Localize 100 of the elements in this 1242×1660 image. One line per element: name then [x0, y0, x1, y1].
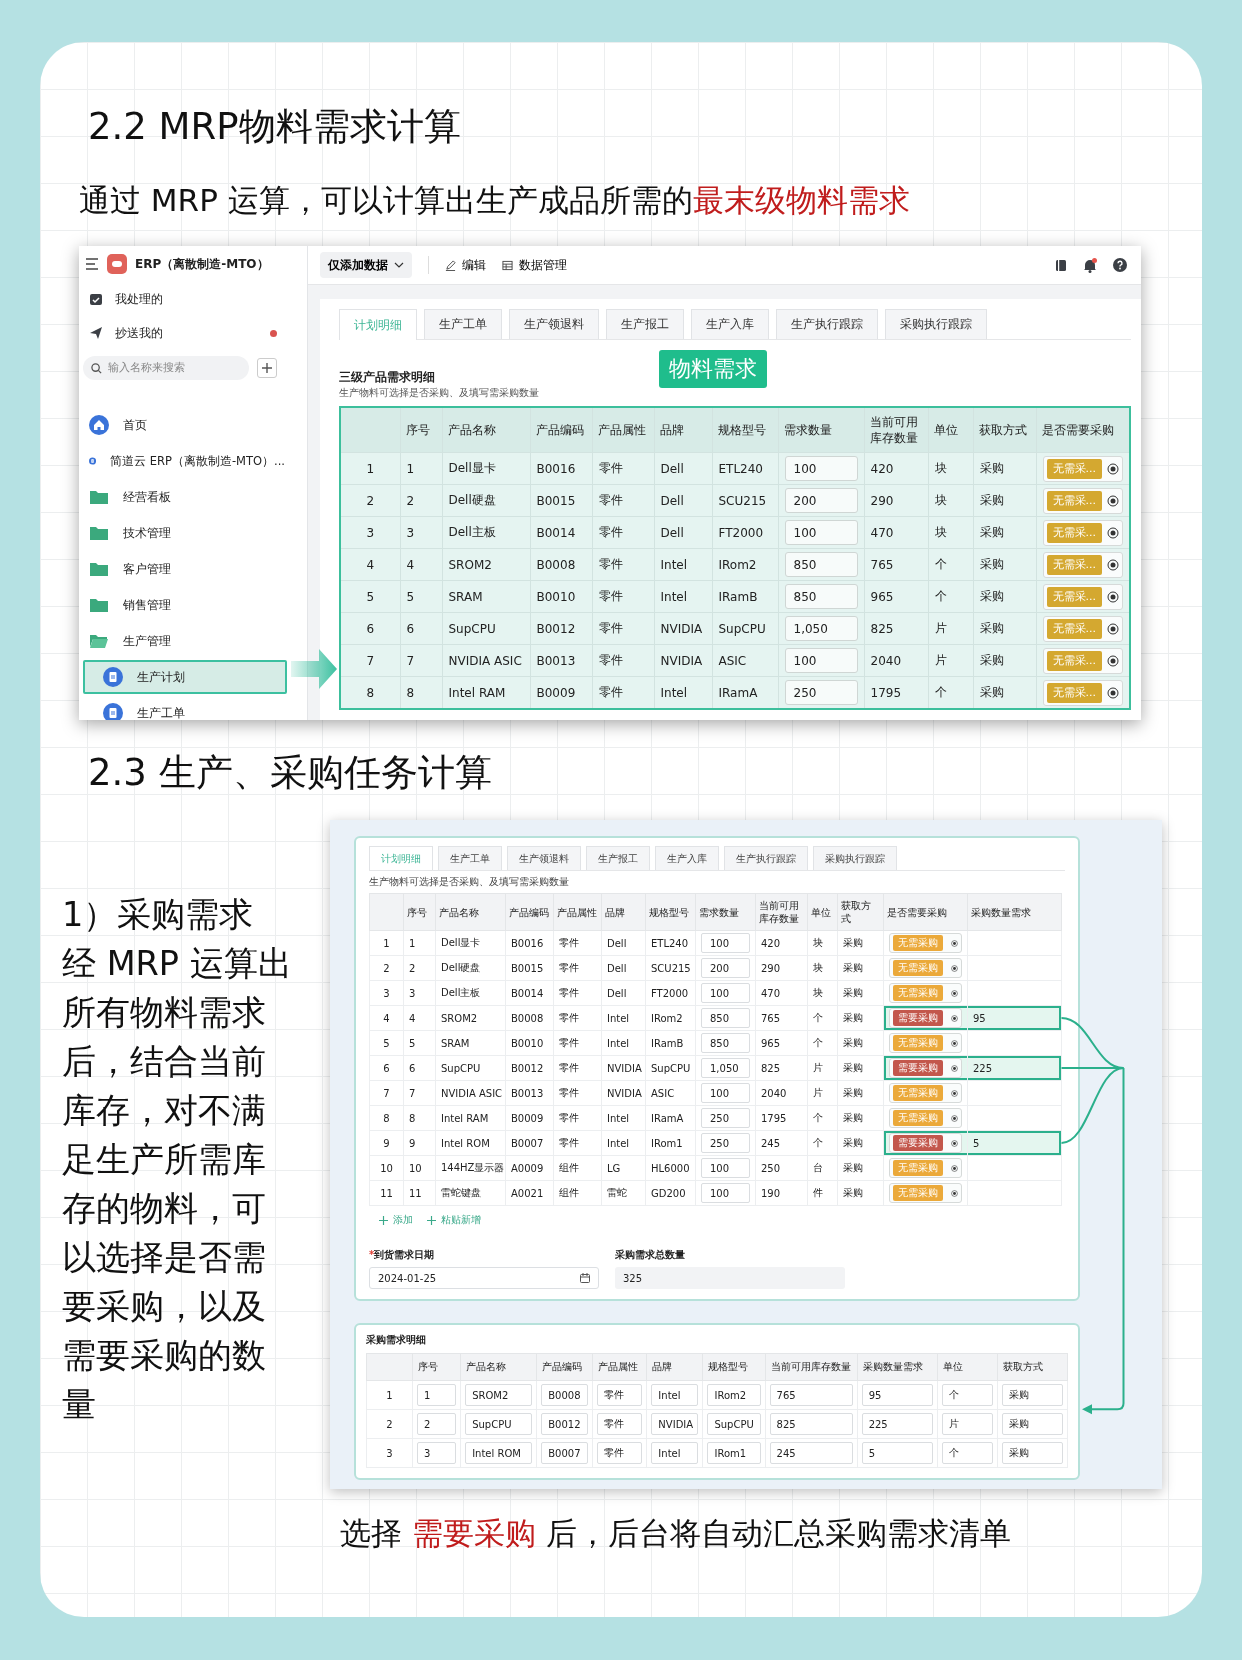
- book-icon[interactable]: [1055, 258, 1067, 272]
- nav-item[interactable]: 客户管理: [83, 552, 287, 586]
- mode-dropdown[interactable]: 仅添加数据: [320, 252, 412, 278]
- input-field[interactable]: 3: [417, 1442, 457, 1464]
- tab[interactable]: 采购执行跟踪: [885, 309, 987, 339]
- table-cell: Intel: [601, 1005, 646, 1031]
- toolbar-button[interactable]: 编辑: [445, 257, 486, 273]
- logo-icon: [107, 254, 127, 274]
- table-cell: 5: [973, 1137, 980, 1149]
- quantity-field[interactable]: 250: [701, 1133, 750, 1153]
- input-field[interactable]: 2: [417, 1413, 457, 1435]
- input-field[interactable]: 零件: [597, 1384, 643, 1406]
- input-field[interactable]: 245: [769, 1442, 853, 1464]
- sidebar-item[interactable]: 我处理的: [79, 282, 307, 316]
- input-field[interactable]: 采购: [1001, 1413, 1063, 1435]
- sidebar-item[interactable]: 抄送我的: [79, 316, 307, 350]
- tab[interactable]: 生产执行跟踪: [776, 309, 878, 339]
- input-field[interactable]: SROM2: [465, 1384, 533, 1406]
- input-field[interactable]: SupCPU: [465, 1413, 533, 1435]
- input-field[interactable]: Intel ROM: [465, 1442, 533, 1464]
- input-field[interactable]: Intel: [651, 1442, 699, 1464]
- status-tag: 无需采...: [1046, 458, 1102, 479]
- add-button[interactable]: [257, 358, 277, 378]
- input-field[interactable]: Intel: [651, 1384, 699, 1406]
- quantity-field[interactable]: 100: [701, 1158, 750, 1178]
- tab[interactable]: 生产报工: [606, 309, 684, 339]
- nav-item[interactable]: 销售管理: [83, 588, 287, 622]
- quantity-field[interactable]: 200: [701, 958, 750, 978]
- bell-icon[interactable]: [1083, 257, 1097, 273]
- input-field[interactable]: 325: [615, 1267, 845, 1289]
- tab[interactable]: 生产领退料: [507, 846, 581, 870]
- input-field[interactable]: NVIDIA: [651, 1413, 699, 1435]
- quantity-field[interactable]: 850: [701, 1008, 750, 1028]
- folder-icon: [89, 561, 109, 577]
- table-cell: 雷蛇键盘: [435, 1180, 506, 1206]
- input-field[interactable]: 个: [941, 1442, 993, 1464]
- quantity-field[interactable]: 1,050: [701, 1058, 750, 1078]
- table-cell: FT2000: [645, 980, 696, 1006]
- quantity-field[interactable]: 100: [784, 520, 858, 545]
- input-field[interactable]: 采购: [1001, 1384, 1063, 1406]
- input-field[interactable]: 2024-01-25: [369, 1267, 599, 1289]
- quantity-field[interactable]: 250: [784, 680, 858, 705]
- tab[interactable]: 生产入库: [691, 309, 769, 339]
- tab[interactable]: 生产工单: [438, 846, 502, 870]
- quantity-field[interactable]: 100: [701, 1183, 750, 1203]
- tab[interactable]: 生产领退料: [509, 309, 599, 339]
- purchase-select[interactable]: 需要采购: [889, 1058, 962, 1078]
- hint-text: 生产物料可选择是否采购、及填写需采购数量: [339, 386, 539, 400]
- column-header: 产品属性: [592, 1353, 647, 1381]
- input-field[interactable]: B0007: [541, 1442, 589, 1464]
- purchase-select[interactable]: 需要采购: [889, 1133, 962, 1153]
- input-field[interactable]: IRom1: [707, 1442, 761, 1464]
- input-field[interactable]: 95: [861, 1384, 933, 1406]
- tab[interactable]: 生产工单: [424, 309, 502, 339]
- quantity-field[interactable]: 250: [701, 1108, 750, 1128]
- quantity-field[interactable]: 100: [701, 983, 750, 1003]
- input-field[interactable]: B0012: [541, 1413, 589, 1435]
- input-field[interactable]: 采购: [1001, 1442, 1063, 1464]
- input-field[interactable]: 片: [941, 1413, 993, 1435]
- input-field[interactable]: SupCPU: [707, 1413, 761, 1435]
- input-field[interactable]: 个: [941, 1384, 993, 1406]
- table-cell: 2: [369, 955, 404, 981]
- nav-item[interactable]: 经营看板: [83, 480, 287, 514]
- tab[interactable]: 生产报工: [586, 846, 650, 870]
- tab[interactable]: 生产入库: [655, 846, 719, 870]
- input-field[interactable]: 零件: [597, 1413, 643, 1435]
- input-field[interactable]: 5: [861, 1442, 933, 1464]
- nav-item[interactable]: 技术管理: [83, 516, 287, 550]
- quantity-field[interactable]: 100: [701, 933, 750, 953]
- quantity-field[interactable]: 200: [784, 488, 858, 513]
- input-field[interactable]: 825: [769, 1413, 853, 1435]
- table-cell: 组件: [553, 1180, 602, 1206]
- nav-item[interactable]: 简道云 ERP（离散制造-MTO）...: [83, 444, 287, 478]
- input-field[interactable]: 零件: [597, 1442, 643, 1464]
- purchase-select[interactable]: 需要采购: [889, 1008, 962, 1028]
- quantity-field[interactable]: 850: [701, 1033, 750, 1053]
- quantity-field[interactable]: 850: [784, 584, 858, 609]
- nav-item[interactable]: 生产管理: [83, 624, 287, 658]
- input-field[interactable]: IRom2: [707, 1384, 761, 1406]
- input-field[interactable]: 225: [861, 1413, 933, 1435]
- status-tag: 无需采购: [893, 1085, 943, 1101]
- quantity-field[interactable]: 1,050: [784, 616, 858, 641]
- nav-item[interactable]: 首页: [83, 408, 287, 442]
- input-field[interactable]: B0008: [541, 1384, 589, 1406]
- input-field[interactable]: 1: [417, 1384, 457, 1406]
- quantity-field[interactable]: 850: [784, 552, 858, 577]
- toolbar-button[interactable]: 数据管理: [502, 257, 567, 273]
- table-cell: 4: [403, 1005, 436, 1031]
- nav-item[interactable]: 生产计划: [83, 660, 287, 694]
- tab[interactable]: 生产执行跟踪: [724, 846, 808, 870]
- status-tag: 无需采...: [1046, 586, 1102, 607]
- quantity-field[interactable]: 100: [784, 648, 858, 673]
- tab[interactable]: 采购执行跟踪: [813, 846, 897, 870]
- column-header: 序号: [412, 1353, 461, 1381]
- input-field[interactable]: 765: [769, 1384, 853, 1406]
- quantity-field[interactable]: 100: [701, 1083, 750, 1103]
- nav-item[interactable]: 生产工单: [83, 696, 287, 720]
- quantity-field[interactable]: 100: [784, 456, 858, 481]
- menu-icon[interactable]: [85, 258, 99, 270]
- help-icon[interactable]: [1113, 258, 1127, 272]
